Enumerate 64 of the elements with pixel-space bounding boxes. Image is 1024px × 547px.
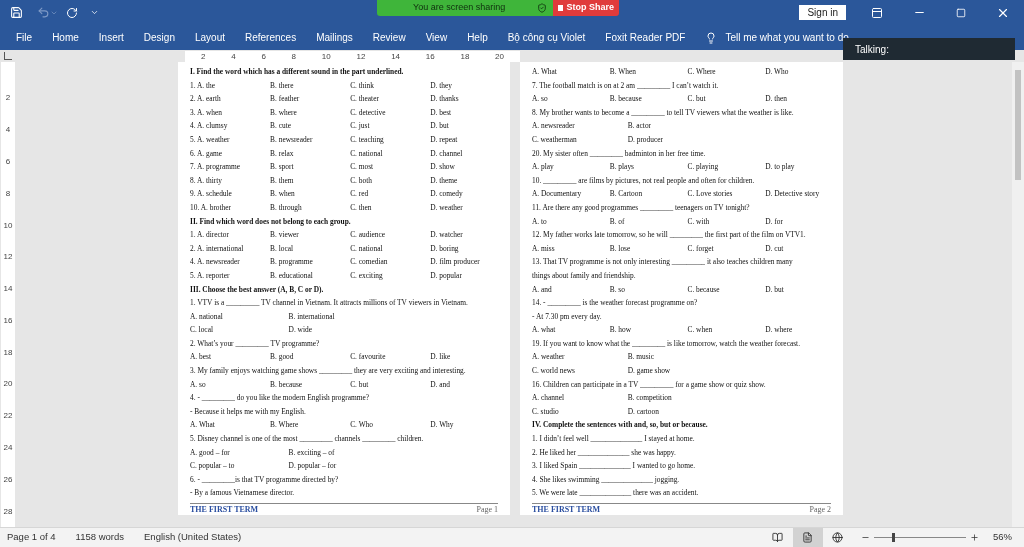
ruler-number: 12: [356, 51, 366, 61]
web-view-icon: [832, 532, 844, 543]
ribbon-tab[interactable]: Layout: [194, 30, 225, 45]
page-number: Page 2: [809, 505, 831, 514]
ruler-number: 8: [291, 51, 297, 61]
ruler-number: 26: [3, 474, 13, 484]
maximize-icon[interactable]: [956, 7, 966, 18]
ruler-number: 20: [3, 379, 13, 389]
ribbon-display-icon[interactable]: [871, 6, 883, 19]
zoom-in-icon[interactable]: [970, 533, 979, 542]
ruler-number: 4: [5, 125, 11, 135]
ribbon-tab[interactable]: Design: [143, 30, 175, 45]
ruler-number: 16: [3, 315, 13, 325]
ribbon-tab[interactable]: References: [245, 30, 297, 45]
ruler-number: 14: [3, 284, 13, 294]
tab-selector-icon[interactable]: [4, 52, 12, 60]
lightbulb-icon[interactable]: [705, 31, 718, 44]
ribbon-tab[interactable]: Help: [467, 30, 488, 45]
print-view-icon: [802, 532, 814, 543]
page-number: Page 1: [476, 505, 498, 514]
ruler-number: 28: [3, 506, 13, 516]
view-mode-button[interactable]: [793, 528, 823, 547]
ribbon-tab[interactable]: Foxit Reader PDF: [605, 30, 686, 45]
ruler-number: 4: [231, 51, 236, 61]
ribbon-tab[interactable]: Bộ công cụ Violet: [507, 30, 586, 45]
save-icon[interactable]: [10, 6, 23, 19]
ruler-number: 12: [3, 252, 13, 262]
page-count[interactable]: Page 1 of 4: [7, 530, 56, 545]
ribbon-tab[interactable]: Review: [372, 30, 406, 45]
ruler-number: 16: [425, 51, 435, 61]
shield-icon: [537, 3, 547, 13]
ruler-number: 10: [321, 51, 331, 61]
page-footer: THE FIRST TERM: [532, 505, 601, 514]
redo-icon[interactable]: [66, 6, 78, 19]
ribbon-tab[interactable]: Home: [52, 30, 79, 45]
ruler-number: 20: [495, 51, 504, 61]
ruler-number: 18: [460, 51, 470, 61]
ruler-number: 2: [201, 51, 206, 61]
ruler-number: 18: [3, 347, 13, 357]
page-footer: THE FIRST TERM: [190, 505, 259, 514]
ribbon-tab[interactable]: Insert: [98, 30, 124, 45]
ruler-number: 24: [3, 443, 13, 452]
ruler-number: 6: [5, 156, 11, 166]
sign-in-button[interactable]: Sign in: [799, 5, 846, 20]
stop-share-button[interactable]: Stop Share: [553, 0, 619, 16]
zoom-slider-thumb[interactable]: [892, 533, 896, 542]
ribbon-tab[interactable]: File: [16, 30, 33, 45]
language-indicator[interactable]: English (United States): [144, 530, 242, 545]
stop-icon: [558, 5, 564, 11]
ruler-number: 8: [5, 188, 11, 198]
ruler-number: 6: [261, 51, 266, 61]
screen-sharing-text: You are screen sharing: [413, 1, 506, 15]
read-view-icon: [772, 532, 784, 543]
word-count[interactable]: 1158 words: [75, 530, 125, 545]
talking-label: Talking:: [855, 42, 889, 57]
ruler-number: 22: [3, 411, 13, 421]
ribbon-tab[interactable]: Mailings: [316, 30, 353, 45]
ruler-number: 2: [5, 93, 11, 103]
ruler-number: 14: [391, 51, 401, 61]
zoom-slider[interactable]: [874, 532, 966, 543]
zoom-level[interactable]: 56%: [993, 530, 1012, 545]
ribbon-tab[interactable]: View: [425, 30, 448, 45]
ruler-number: 10: [3, 220, 13, 230]
customize-icon[interactable]: [90, 8, 99, 17]
